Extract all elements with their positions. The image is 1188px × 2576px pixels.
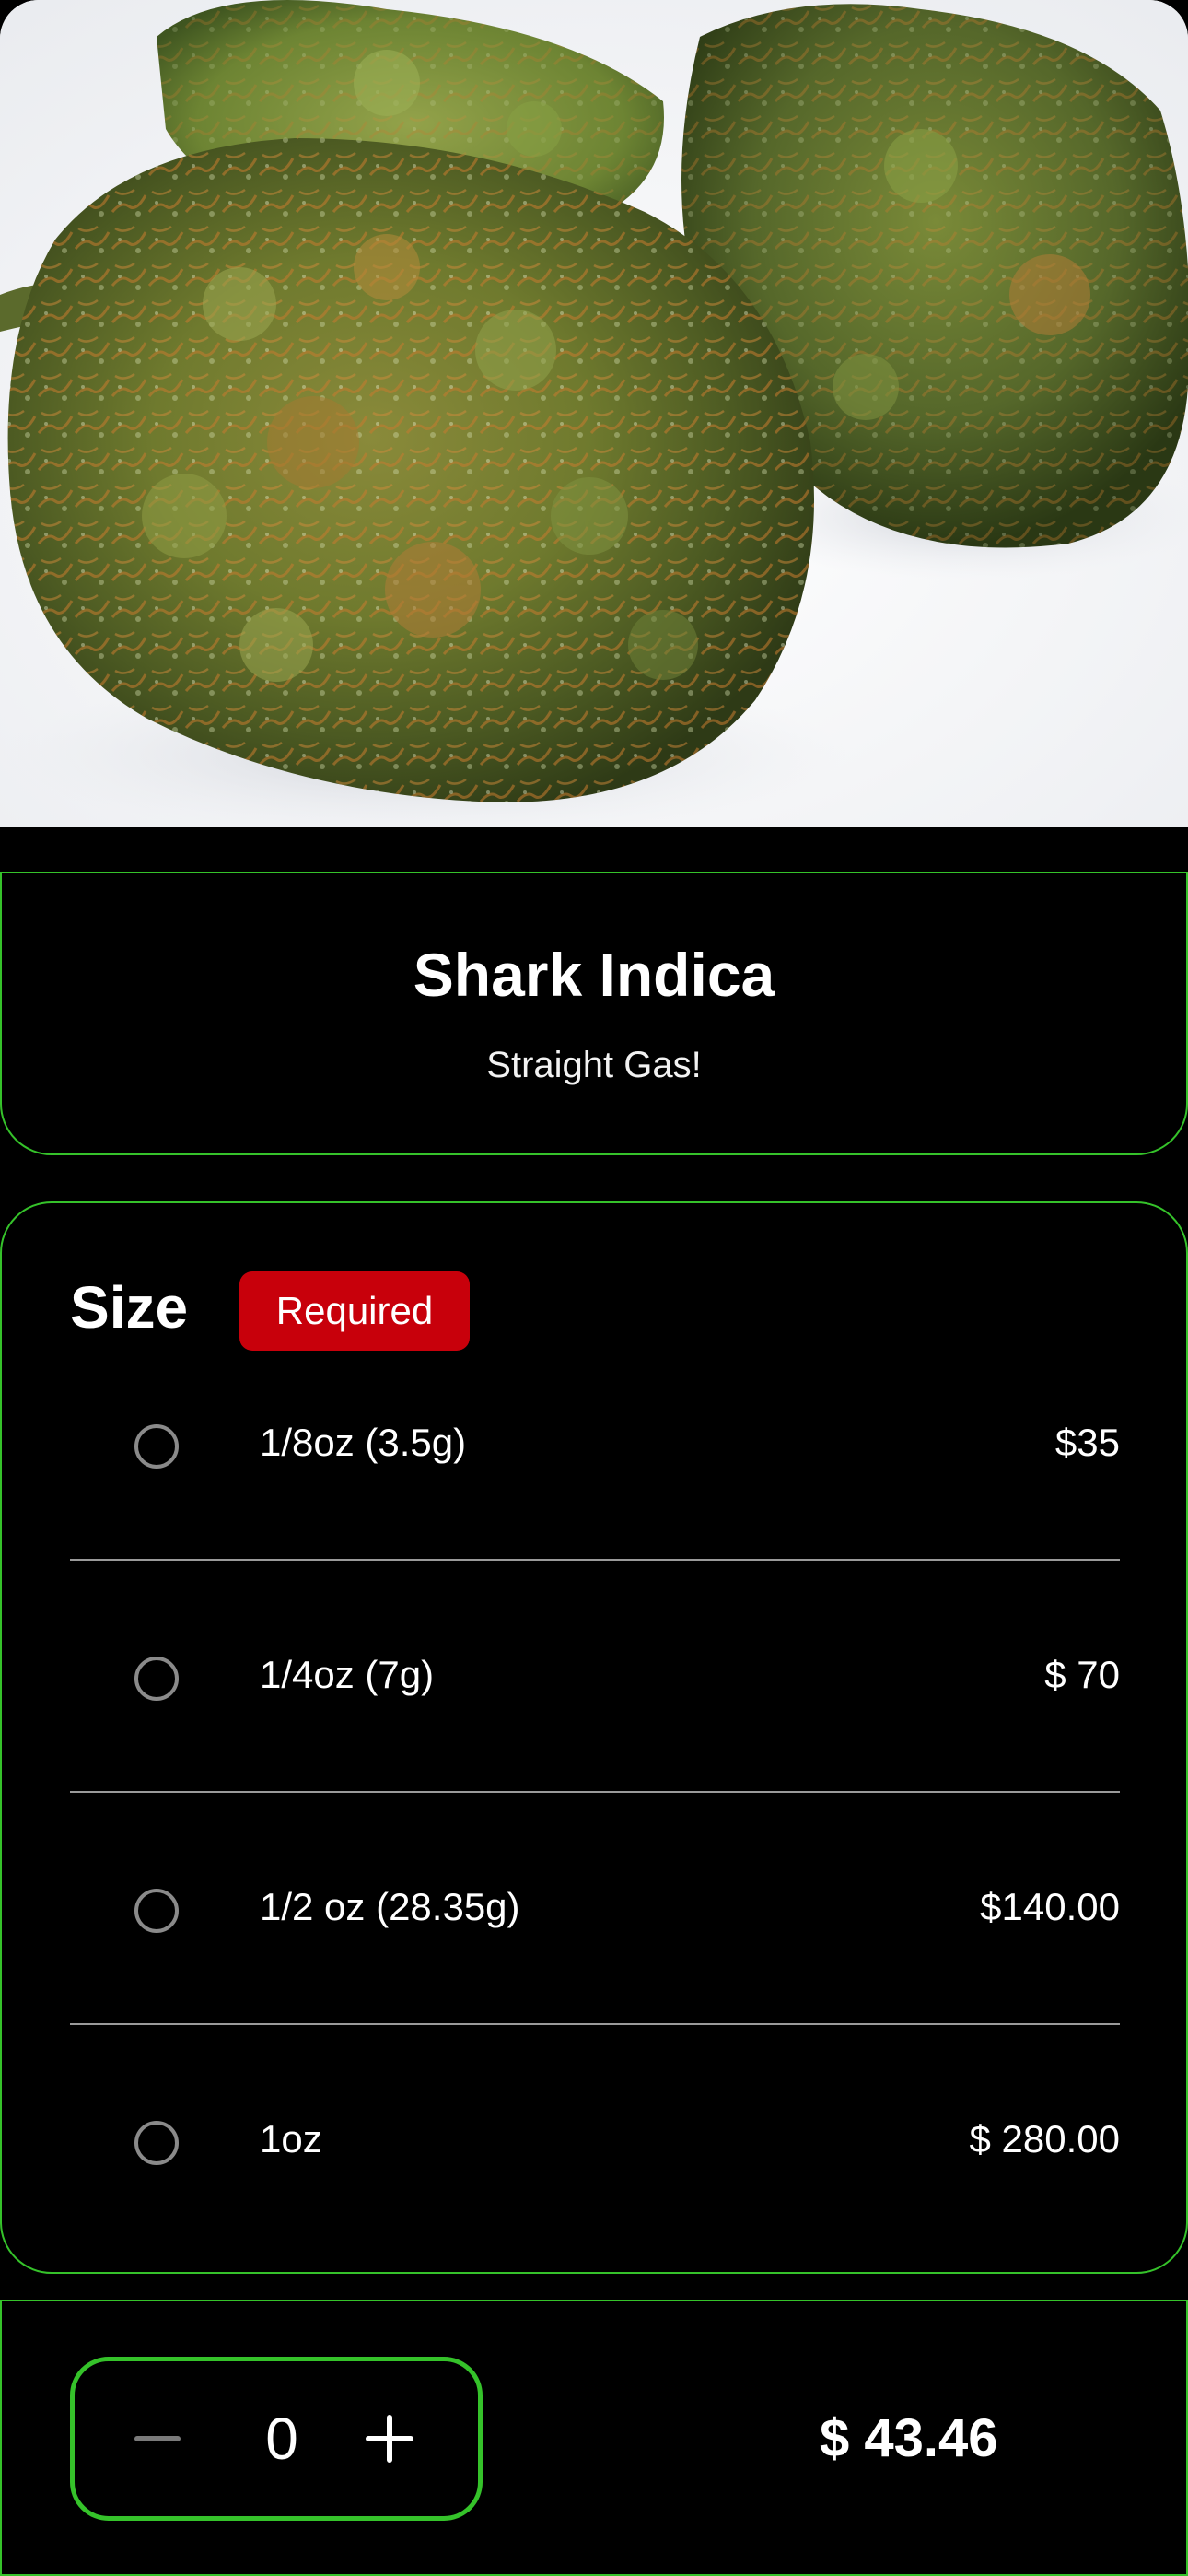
radio-button[interactable] [134,1657,179,1701]
radio-button[interactable] [134,2121,179,2165]
product-info-card: Shark Indica Straight Gas! [0,872,1188,1155]
size-option[interactable]: 1/4oz (7g) $ 70 [70,1625,1120,1857]
product-image [0,0,1188,827]
plus-icon[interactable] [362,2411,417,2466]
minus-icon[interactable] [130,2411,185,2466]
size-option-price: $140.00 [980,1885,1120,1928]
product-title: Shark Indica [413,941,775,1009]
cannabis-bud-illustration [0,0,1188,827]
size-option-label: 1/4oz (7g) [260,1653,435,1696]
size-option[interactable]: 1oz $ 280.00 [70,2090,1120,2322]
quantity-value: 0 [265,2406,298,2472]
size-option-label: 1/8oz (3.5g) [260,1421,467,1464]
divider [70,1791,1120,1793]
product-subtitle: Straight Gas! [486,1045,702,1085]
size-options-card: Size Required 1/8oz (3.5g) $35 1/4oz (7g… [0,1201,1188,2274]
size-option-price: $ 70 [1044,1653,1120,1696]
size-option[interactable]: 1/2 oz (28.35g) $140.00 [70,1857,1120,2090]
quantity-stepper: 0 [70,2357,483,2521]
required-badge: Required [239,1271,470,1351]
product-detail-page: Shark Indica Straight Gas! Size Required… [0,0,1188,2576]
size-option[interactable]: 1/8oz (3.5g) $35 [70,1393,1120,1625]
size-option-label: 1/2 oz (28.35g) [260,1885,520,1928]
add-to-cart-bar: 0 $ 43.46 [0,2300,1188,2576]
size-option-label: 1oz [260,2117,322,2160]
size-option-price: $ 280.00 [969,2117,1121,2160]
divider [70,2023,1120,2025]
size-heading: Size [70,1274,189,1341]
radio-button[interactable] [134,1424,179,1469]
radio-button[interactable] [134,1889,179,1933]
total-price[interactable]: $ 43.46 [820,2301,998,2574]
size-option-price: $35 [1054,1421,1120,1464]
divider [70,1559,1120,1561]
